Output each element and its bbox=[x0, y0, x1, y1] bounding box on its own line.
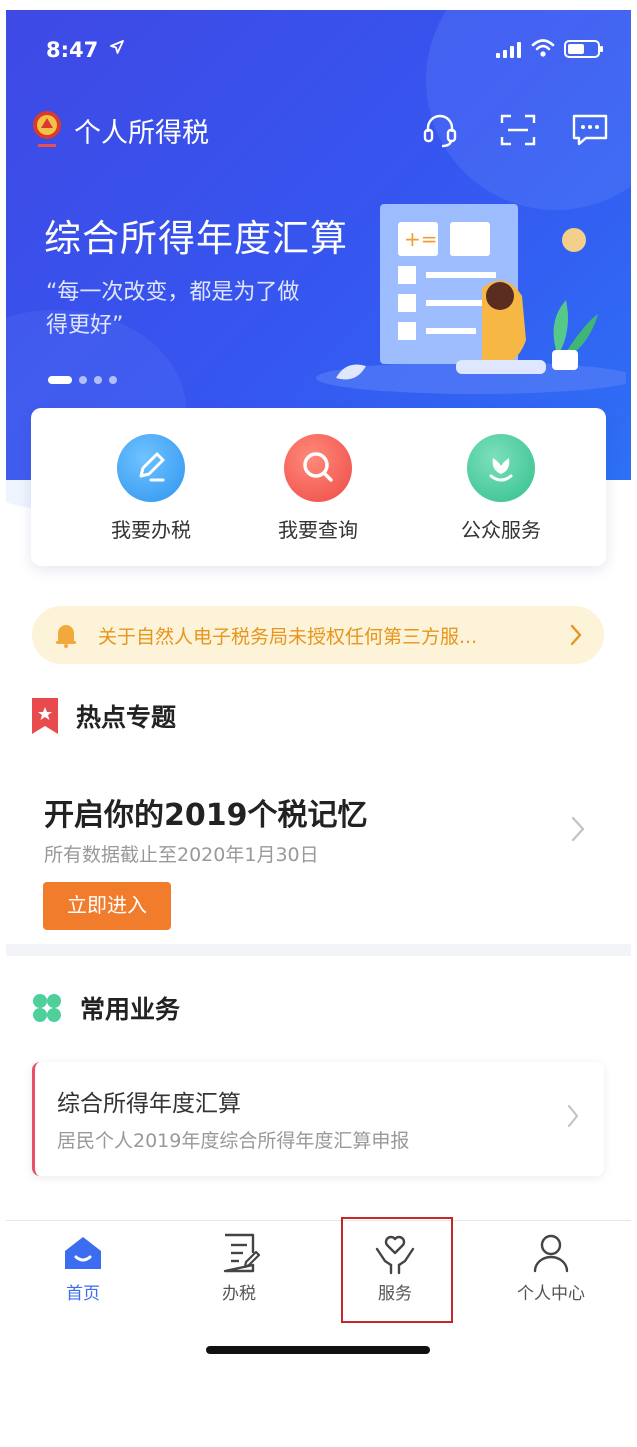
document-edit-icon bbox=[217, 1231, 261, 1275]
chevron-right-icon bbox=[570, 624, 582, 646]
quick-actions-card: 我要办税 我要查询 公众服务 bbox=[31, 408, 606, 566]
common-business-header: 常用业务 bbox=[32, 990, 180, 1026]
battery-icon bbox=[564, 40, 603, 58]
wifi-icon bbox=[531, 39, 555, 57]
tax-emblem-logo bbox=[30, 108, 64, 152]
tab-file-tax[interactable]: 办税 bbox=[184, 1231, 294, 1304]
section-title: 常用业务 bbox=[80, 995, 181, 1024]
quick-action-public-service[interactable]: 公众服务 bbox=[426, 434, 576, 543]
quick-action-label: 我要办税 bbox=[111, 518, 191, 542]
location-arrow-icon bbox=[110, 40, 124, 54]
flower-icon bbox=[467, 434, 535, 502]
hot-topic-title[interactable]: 开启你的2019个税记忆 bbox=[44, 790, 368, 834]
app-screen: 8:47 个人所得税 综合所得年度汇算 “每一次改变，都是为了做得更好” += … bbox=[6, 10, 631, 1370]
quick-action-file-tax[interactable]: 我要办税 bbox=[76, 434, 226, 543]
status-time: 8:47 bbox=[46, 38, 99, 62]
app-title: 个人所得税 bbox=[74, 117, 209, 149]
banner-subtitle: “每一次改变，都是为了做得更好” bbox=[46, 280, 300, 338]
customer-service-icon[interactable] bbox=[420, 110, 460, 150]
carousel-dot[interactable] bbox=[109, 376, 117, 384]
service-tab-highlight bbox=[341, 1217, 453, 1323]
quick-action-label: 我要查询 bbox=[278, 518, 358, 542]
enter-now-button[interactable]: 立即进入 bbox=[43, 882, 171, 930]
chevron-right-icon bbox=[567, 1104, 579, 1128]
tab-personal-center[interactable]: 个人中心 bbox=[496, 1231, 606, 1304]
carousel-dot[interactable] bbox=[94, 376, 102, 384]
business-card-title: 综合所得年度汇算 bbox=[57, 1091, 241, 1117]
hot-topic-subtitle: 所有数据截止至2020年1月30日 bbox=[44, 844, 319, 866]
quick-action-query[interactable]: 我要查询 bbox=[243, 434, 393, 543]
tab-label: 首页 bbox=[66, 1284, 100, 1304]
home-indicator[interactable] bbox=[206, 1346, 430, 1354]
business-card-subtitle: 居民个人2019年度综合所得年度汇算申报 bbox=[57, 1130, 410, 1152]
chevron-right-icon[interactable] bbox=[571, 816, 585, 842]
tab-home[interactable]: 首页 bbox=[28, 1231, 138, 1304]
signal-icon bbox=[496, 42, 521, 58]
tab-label: 办税 bbox=[222, 1284, 256, 1304]
scan-icon[interactable] bbox=[498, 110, 538, 150]
svg-text:+=: += bbox=[404, 227, 438, 251]
search-icon bbox=[284, 434, 352, 502]
hot-topic-header: 热点专题 bbox=[32, 698, 176, 734]
message-icon[interactable] bbox=[570, 110, 610, 150]
quick-action-label: 公众服务 bbox=[461, 518, 541, 542]
notice-text: 关于自然人电子税务局未授权任何第三方服... bbox=[98, 625, 478, 648]
carousel-indicator[interactable] bbox=[48, 376, 117, 384]
app-header: 个人所得税 bbox=[30, 108, 209, 152]
section-divider bbox=[6, 944, 631, 956]
business-card-annual-settlement[interactable]: 综合所得年度汇算 居民个人2019年度综合所得年度汇算申报 bbox=[32, 1062, 604, 1176]
carousel-dot[interactable] bbox=[48, 376, 72, 384]
bell-icon bbox=[56, 625, 76, 648]
notice-bar[interactable]: 关于自然人电子税务局未授权任何第三方服... bbox=[32, 606, 604, 664]
clover-icon bbox=[33, 994, 61, 1022]
status-bar: 8:47 bbox=[6, 10, 631, 90]
bookmark-star-icon bbox=[32, 698, 58, 734]
carousel-dot[interactable] bbox=[79, 376, 87, 384]
section-title: 热点专题 bbox=[76, 703, 177, 732]
banner-illustration: += bbox=[316, 204, 626, 394]
pencil-icon bbox=[117, 434, 185, 502]
home-icon bbox=[61, 1231, 105, 1275]
person-icon bbox=[529, 1231, 573, 1275]
tab-label: 个人中心 bbox=[517, 1284, 585, 1304]
